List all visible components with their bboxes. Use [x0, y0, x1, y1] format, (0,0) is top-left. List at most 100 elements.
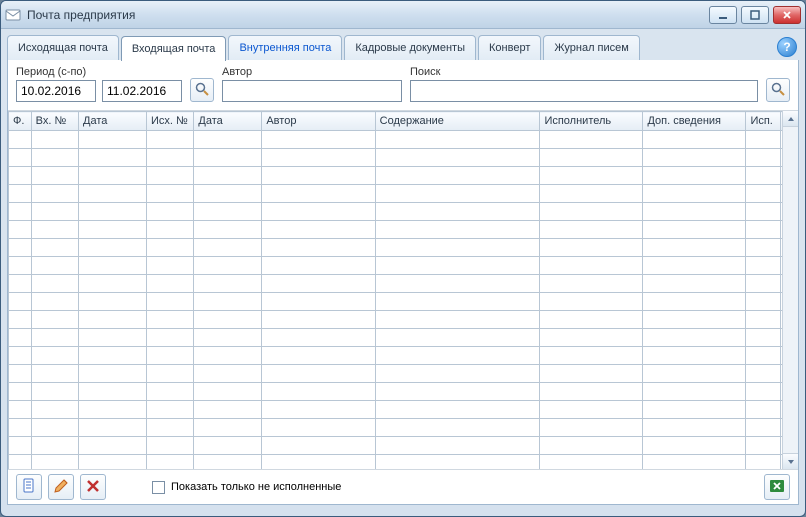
- column-header[interactable]: Исполнитель: [540, 112, 643, 131]
- tab-2[interactable]: Внутренняя почта: [228, 35, 342, 60]
- table-cell[interactable]: [79, 221, 147, 239]
- table-cell[interactable]: [9, 311, 32, 329]
- table-cell[interactable]: [643, 203, 746, 221]
- table-cell[interactable]: [31, 365, 78, 383]
- table-cell[interactable]: [540, 401, 643, 419]
- table-cell[interactable]: [262, 293, 375, 311]
- table-cell[interactable]: [643, 131, 746, 149]
- table-cell[interactable]: [746, 437, 781, 455]
- table-cell[interactable]: [147, 203, 194, 221]
- date-from-input[interactable]: [16, 80, 96, 102]
- close-button[interactable]: [773, 6, 801, 24]
- vertical-scrollbar[interactable]: [782, 111, 798, 469]
- table-cell[interactable]: [746, 239, 781, 257]
- table-cell[interactable]: [79, 257, 147, 275]
- show-unexecuted-checkbox[interactable]: Показать только не исполненные: [152, 481, 341, 494]
- minimize-button[interactable]: [709, 6, 737, 24]
- table-cell[interactable]: [540, 347, 643, 365]
- table-cell[interactable]: [643, 239, 746, 257]
- scroll-down-button[interactable]: [783, 453, 798, 469]
- search-button[interactable]: [766, 78, 790, 102]
- table-cell[interactable]: [194, 419, 262, 437]
- table-cell[interactable]: [262, 401, 375, 419]
- table-cell[interactable]: [79, 419, 147, 437]
- table-row[interactable]: [9, 167, 798, 185]
- table-row[interactable]: [9, 347, 798, 365]
- table-cell[interactable]: [79, 329, 147, 347]
- table-cell[interactable]: [9, 185, 32, 203]
- table-cell[interactable]: [746, 383, 781, 401]
- table-row[interactable]: [9, 131, 798, 149]
- new-button[interactable]: [16, 474, 42, 500]
- table-row[interactable]: [9, 293, 798, 311]
- table-cell[interactable]: [9, 383, 32, 401]
- table-cell[interactable]: [262, 149, 375, 167]
- table-cell[interactable]: [79, 203, 147, 221]
- table-cell[interactable]: [746, 419, 781, 437]
- table-cell[interactable]: [540, 365, 643, 383]
- table-cell[interactable]: [262, 329, 375, 347]
- table-cell[interactable]: [147, 455, 194, 470]
- table-cell[interactable]: [147, 239, 194, 257]
- table-cell[interactable]: [194, 437, 262, 455]
- table-cell[interactable]: [31, 311, 78, 329]
- table-cell[interactable]: [194, 365, 262, 383]
- table-cell[interactable]: [375, 455, 540, 470]
- table-cell[interactable]: [746, 401, 781, 419]
- column-header[interactable]: Исп.: [746, 112, 781, 131]
- table-cell[interactable]: [643, 221, 746, 239]
- table-cell[interactable]: [262, 455, 375, 470]
- table-cell[interactable]: [31, 203, 78, 221]
- table-cell[interactable]: [540, 185, 643, 203]
- edit-button[interactable]: [48, 474, 74, 500]
- table-cell[interactable]: [147, 437, 194, 455]
- table-cell[interactable]: [79, 347, 147, 365]
- table-cell[interactable]: [643, 257, 746, 275]
- table-cell[interactable]: [79, 383, 147, 401]
- scroll-up-button[interactable]: [783, 111, 798, 127]
- table-cell[interactable]: [746, 311, 781, 329]
- table-cell[interactable]: [746, 275, 781, 293]
- table-cell[interactable]: [540, 257, 643, 275]
- table-cell[interactable]: [540, 293, 643, 311]
- table-cell[interactable]: [9, 131, 32, 149]
- table-cell[interactable]: [375, 401, 540, 419]
- table-cell[interactable]: [375, 383, 540, 401]
- table-cell[interactable]: [9, 419, 32, 437]
- date-to-input[interactable]: [102, 80, 182, 102]
- column-header[interactable]: Исх. №: [147, 112, 194, 131]
- table-row[interactable]: [9, 185, 798, 203]
- table-cell[interactable]: [31, 239, 78, 257]
- table-cell[interactable]: [79, 365, 147, 383]
- table-row[interactable]: [9, 257, 798, 275]
- table-cell[interactable]: [262, 203, 375, 221]
- table-cell[interactable]: [9, 329, 32, 347]
- table-cell[interactable]: [643, 311, 746, 329]
- table-row[interactable]: [9, 365, 798, 383]
- table-cell[interactable]: [31, 401, 78, 419]
- table-cell[interactable]: [643, 293, 746, 311]
- table-cell[interactable]: [79, 185, 147, 203]
- table-cell[interactable]: [147, 131, 194, 149]
- table-cell[interactable]: [31, 383, 78, 401]
- table-cell[interactable]: [746, 347, 781, 365]
- table-cell[interactable]: [79, 437, 147, 455]
- table-cell[interactable]: [375, 221, 540, 239]
- table-cell[interactable]: [262, 347, 375, 365]
- table-cell[interactable]: [31, 167, 78, 185]
- table-cell[interactable]: [194, 347, 262, 365]
- table-cell[interactable]: [9, 347, 32, 365]
- table-cell[interactable]: [9, 167, 32, 185]
- export-excel-button[interactable]: [764, 474, 790, 500]
- tab-4[interactable]: Конверт: [478, 35, 541, 60]
- table-cell[interactable]: [746, 167, 781, 185]
- table-cell[interactable]: [375, 419, 540, 437]
- table-row[interactable]: [9, 311, 798, 329]
- table-cell[interactable]: [147, 365, 194, 383]
- search-period-button[interactable]: [190, 78, 214, 102]
- table-cell[interactable]: [194, 131, 262, 149]
- table-cell[interactable]: [9, 275, 32, 293]
- table-row[interactable]: [9, 401, 798, 419]
- table-cell[interactable]: [540, 437, 643, 455]
- table-cell[interactable]: [262, 239, 375, 257]
